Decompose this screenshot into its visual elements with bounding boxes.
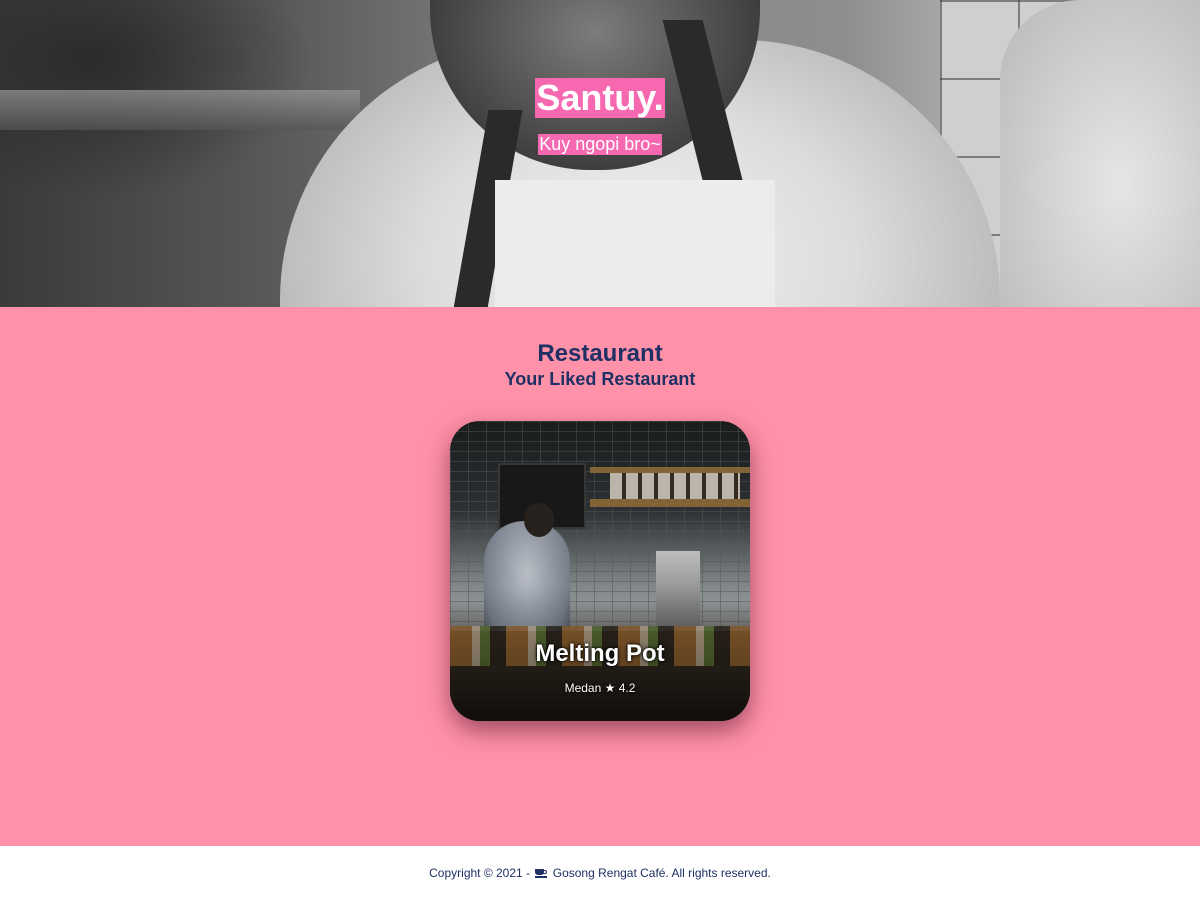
hero-subtitle: Kuy ngopi bro~ [538,134,662,155]
hero: Santuy. Kuy ngopi bro~ [0,0,1200,307]
section-title: Restaurant [537,340,663,367]
restaurant-image [450,421,750,721]
star-icon: ★ [604,681,616,695]
restaurant-rating: 4.2 [618,681,636,695]
restaurant-meta: Medan ★ 4.2 [450,681,750,695]
footer-copyright: Copyright © 2021 - Gosong Rengat Café. A… [0,866,1200,880]
restaurant-city: Medan [564,681,602,695]
restaurant-card[interactable]: Melting Pot Medan ★ 4.2 [450,421,750,721]
hero-text: Santuy. Kuy ngopi bro~ [0,78,1200,155]
footer-copyright-suffix: Gosong Rengat Café. All rights reserved. [552,866,771,880]
hero-title: Santuy. [535,77,665,118]
restaurant-name[interactable]: Melting Pot [450,640,750,668]
coffee-cup-icon [535,868,548,878]
footer-copyright-prefix: Copyright © 2021 - [429,866,531,880]
footer: Copyright © 2021 - Gosong Rengat Café. A… [0,846,1200,900]
section-subtitle: Your Liked Restaurant [504,369,696,389]
main-content: Restaurant Your Liked Restaurant Melting… [0,307,1200,846]
